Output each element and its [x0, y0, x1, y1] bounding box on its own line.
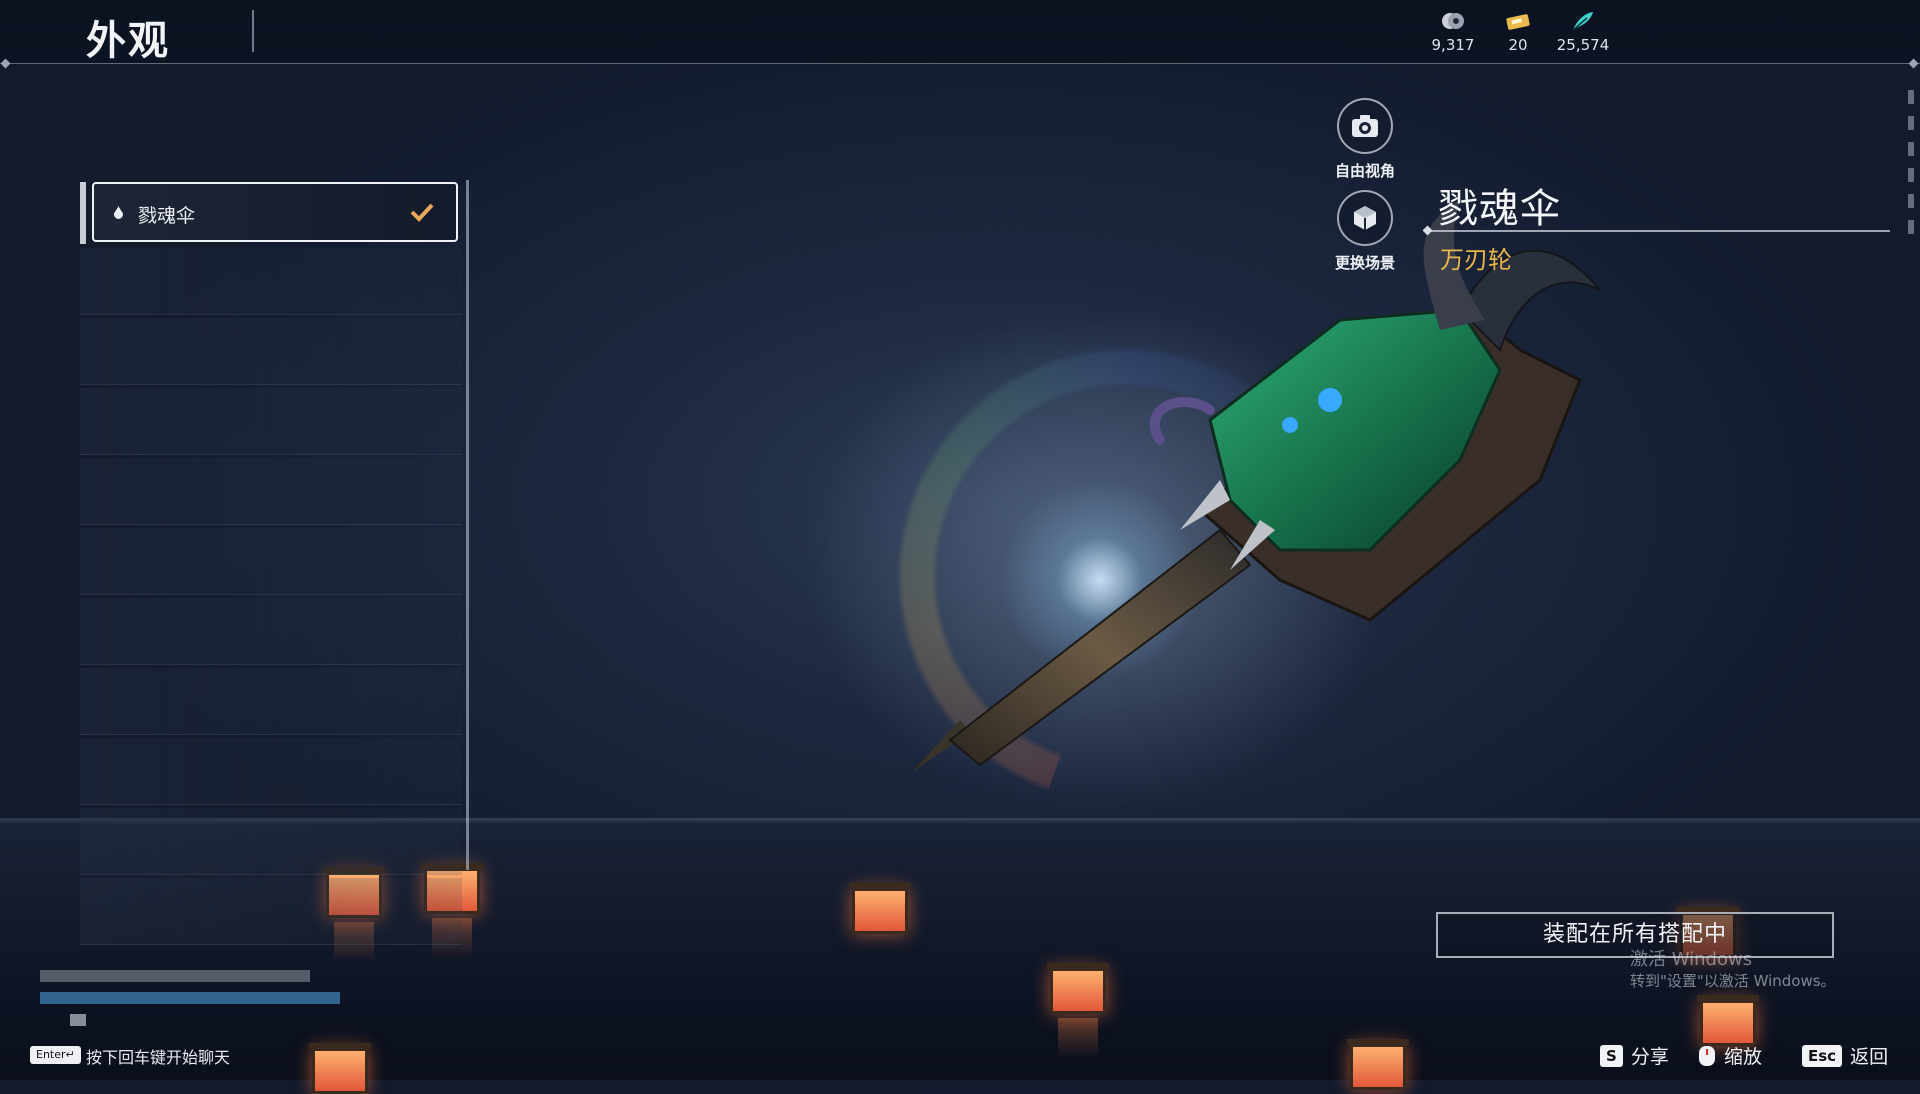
key-esc: Esc [1802, 1044, 1843, 1067]
change-scene-button[interactable]: 更换场景 [1320, 190, 1410, 273]
list-item[interactable] [80, 808, 462, 875]
top-divider [0, 63, 1920, 64]
change-scene-label: 更换场景 [1334, 254, 1395, 272]
back-hint[interactable]: Esc 返回 [1802, 1042, 1888, 1069]
currency-feather: 25,574 [1548, 10, 1618, 54]
windows-activation-hint: 转到"设置"以激活 Windows。 [1630, 972, 1836, 990]
zoom-label: 缩放 [1724, 1046, 1763, 1068]
list-scrollbar[interactable] [466, 180, 469, 870]
camera-icon [1352, 115, 1378, 137]
floating-lantern [1697, 995, 1759, 1046]
free-camera-button[interactable]: 自由视角 [1320, 98, 1410, 181]
currency-value: 9,317 [1431, 36, 1475, 54]
right-scroll-indicator[interactable] [1908, 90, 1914, 280]
free-camera-label: 自由视角 [1334, 162, 1395, 180]
floating-lantern [849, 883, 911, 934]
lantern-reflection [1058, 1018, 1098, 1058]
weapon-model[interactable] [900, 200, 1640, 800]
floating-lantern [1047, 963, 1109, 1014]
title-separator [252, 10, 254, 52]
back-label: 返回 [1850, 1046, 1889, 1068]
windows-activation-watermark: 激活 Windows [1630, 949, 1753, 970]
cube-icon [1354, 206, 1376, 230]
floating-lantern [309, 1043, 371, 1094]
item-subtitle: 万刃轮 [1440, 246, 1512, 274]
list-item[interactable] [80, 458, 462, 525]
currency-value: 25,574 [1556, 36, 1610, 54]
list-item[interactable] [80, 248, 462, 315]
zoom-hint[interactable]: 缩放 [1698, 1042, 1762, 1069]
list-item[interactable] [80, 388, 462, 455]
currency-value: 20 [1508, 36, 1528, 54]
mouse-icon [1699, 1045, 1715, 1066]
item-name: 戮魂伞 [1438, 186, 1561, 232]
gold-ticket-icon [1506, 14, 1530, 30]
list-item[interactable] [80, 668, 462, 735]
floating-lantern [1347, 1039, 1409, 1090]
list-item-label: 戮魂伞 [138, 205, 196, 227]
top-bar [0, 0, 1920, 64]
key-s: S [1600, 1044, 1623, 1067]
chat-log-blurred [40, 968, 340, 1028]
currency-silver: 9,317 [1418, 10, 1488, 54]
page-title: 外观 [86, 18, 170, 64]
list-item-selected[interactable]: 戮魂伞 [92, 182, 458, 242]
chat-hint[interactable]: 按下回车键开始聊天 [86, 1044, 230, 1068]
item-name-underline [1428, 230, 1890, 232]
currency-gold: 20 [1483, 10, 1553, 54]
share-label: 分享 [1630, 1046, 1669, 1068]
enter-key-badge: Enter↵ [30, 1046, 81, 1064]
list-item[interactable] [80, 878, 462, 945]
list-item[interactable] [80, 528, 462, 595]
silver-coin-icon [1442, 13, 1464, 29]
share-hint[interactable]: S 分享 [1600, 1042, 1669, 1069]
list-item[interactable] [80, 318, 462, 385]
list-item[interactable] [80, 738, 462, 805]
list-item[interactable] [80, 598, 462, 665]
feather-icon [1572, 12, 1593, 31]
selection-marker [80, 182, 86, 244]
drop-icon [114, 206, 123, 219]
check-icon [410, 203, 434, 222]
